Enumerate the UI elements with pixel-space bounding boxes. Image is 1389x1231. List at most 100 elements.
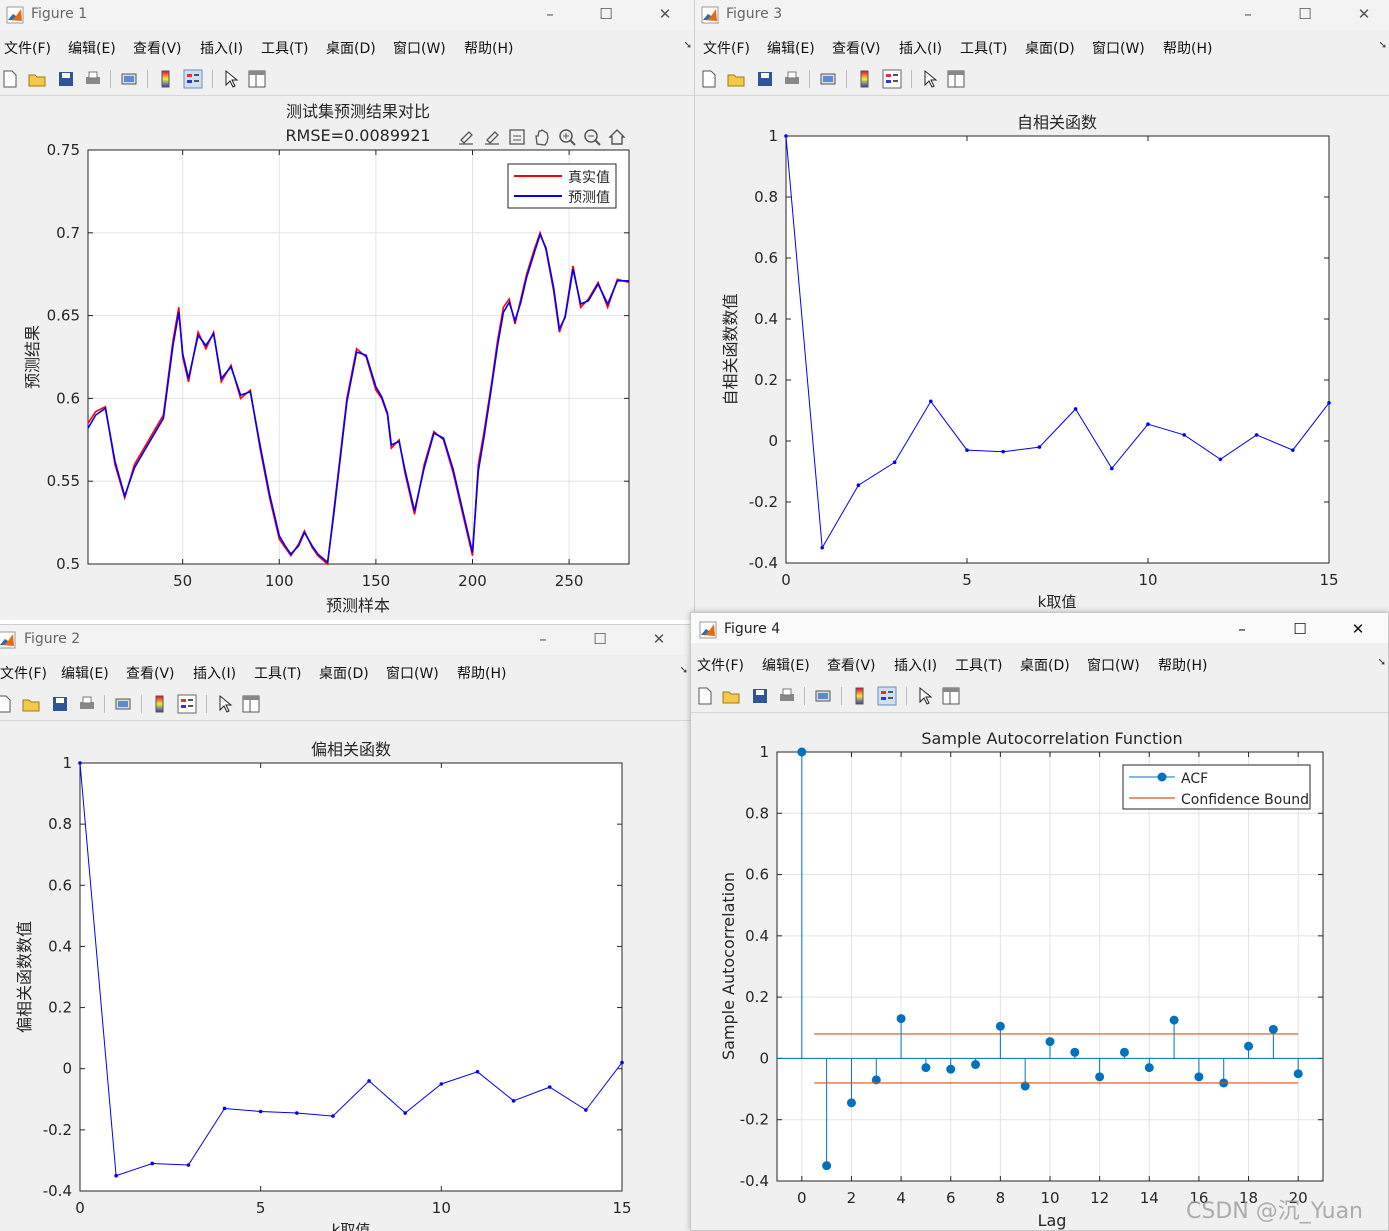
menu-insert[interactable]: 插入(I) [899, 38, 942, 58]
figure3-axes[interactable]: 0 5 10 15 -0.4 -0.2 0 0.2 0.4 0.6 0.8 1 自相关函数 k取值 自相关函… [695, 96, 1389, 612]
menu-insert[interactable]: 插入(I) [200, 38, 243, 58]
menu-tools[interactable]: 工具(T) [955, 655, 1002, 675]
close-icon[interactable]: ✕ [649, 629, 669, 649]
minimize-icon[interactable]: – [1238, 4, 1258, 24]
open-file-icon[interactable] [21, 694, 41, 714]
menu-help[interactable]: 帮助(H) [457, 663, 506, 683]
menu-desktop[interactable]: 桌面(D) [1020, 655, 1070, 675]
close-icon[interactable]: ✕ [1354, 4, 1374, 24]
menu-tools[interactable]: 工具(T) [254, 663, 301, 683]
brush-icon[interactable] [459, 131, 473, 145]
menu-desktop[interactable]: 桌面(D) [319, 663, 369, 683]
legend-icon[interactable] [882, 69, 902, 89]
figure1-titlebar[interactable]: Figure 1 – ☐ ✕ [0, 0, 694, 30]
property-inspector-icon[interactable] [941, 686, 961, 706]
data-point [1254, 433, 1259, 437]
menu-desktop[interactable]: 桌面(D) [1025, 38, 1075, 58]
menu-file[interactable]: 文件(F) [703, 38, 750, 58]
save-icon[interactable] [755, 69, 775, 89]
figure2-axes[interactable]: 0 5 10 15 -0.4 -0.2 0 0.2 0.4 0.6 0.8 1 偏相关函数 k取值 偏相关函… [0, 721, 690, 1231]
menu-window[interactable]: 窗口(W) [1087, 655, 1140, 675]
open-file-icon[interactable] [721, 686, 741, 706]
print-icon[interactable] [777, 686, 797, 706]
home-icon[interactable] [608, 129, 626, 145]
link-plot-icon[interactable] [113, 694, 133, 714]
menu-file[interactable]: 文件(F) [4, 38, 51, 58]
link-plot-icon[interactable] [813, 686, 833, 706]
colorbar-icon[interactable] [156, 69, 176, 89]
menu-help[interactable]: 帮助(H) [1163, 38, 1212, 58]
edit-plot-arrow-icon[interactable] [221, 69, 241, 89]
menu-help[interactable]: 帮助(H) [1158, 655, 1207, 675]
figure1-axes[interactable]: 50 100 150 200 250 0.5 0.55 0.6 0.65 0.7 0.75 测试集预测… [0, 96, 694, 620]
save-icon[interactable] [50, 694, 70, 714]
link-plot-icon[interactable] [119, 69, 139, 89]
property-inspector-icon[interactable] [241, 694, 261, 714]
menu-insert[interactable]: 插入(I) [193, 663, 236, 683]
print-icon[interactable] [83, 69, 103, 89]
export-icon[interactable] [509, 129, 525, 145]
colorbar-icon[interactable] [855, 69, 875, 89]
menu-view[interactable]: 查看(V) [832, 38, 881, 58]
maximize-icon[interactable]: ☐ [596, 4, 616, 24]
menu-tools[interactable]: 工具(T) [261, 38, 308, 58]
print-icon[interactable] [782, 69, 802, 89]
open-file-icon[interactable] [27, 69, 47, 89]
close-icon[interactable]: ✕ [655, 4, 675, 24]
dock-arrow-icon[interactable]: ➘ [1378, 657, 1386, 668]
figure4-titlebar[interactable]: Figure 4 – ☐ ✕ [691, 613, 1388, 643]
figure2-titlebar[interactable]: Figure 2 – ☐ ✕ [0, 625, 690, 655]
dock-arrow-icon[interactable]: ➘ [680, 665, 688, 676]
menu-file[interactable]: 文件(F) [0, 663, 47, 683]
print-icon[interactable] [77, 694, 97, 714]
menu-window[interactable]: 窗口(W) [386, 663, 439, 683]
save-icon[interactable] [750, 686, 770, 706]
colorbar-icon[interactable] [150, 694, 170, 714]
legend-icon[interactable] [177, 694, 197, 714]
zoom-out-icon[interactable] [584, 129, 601, 146]
menu-view[interactable]: 查看(V) [133, 38, 182, 58]
menu-edit[interactable]: 编辑(E) [68, 38, 116, 58]
menu-window[interactable]: 窗口(W) [393, 38, 446, 58]
menu-window[interactable]: 窗口(W) [1092, 38, 1145, 58]
legend-icon[interactable] [877, 686, 897, 706]
edit-plot-arrow-icon[interactable] [920, 69, 940, 89]
figure3-titlebar[interactable]: Figure 3 – ☐ ✕ [695, 0, 1389, 30]
maximize-icon[interactable]: ☐ [1290, 619, 1310, 639]
colorbar-icon[interactable] [850, 686, 870, 706]
new-figure-icon[interactable] [0, 694, 14, 714]
menu-insert[interactable]: 插入(I) [894, 655, 937, 675]
new-figure-icon[interactable] [695, 686, 715, 706]
menu-view[interactable]: 查看(V) [827, 655, 876, 675]
close-icon[interactable]: ✕ [1348, 619, 1368, 639]
zoom-in-icon[interactable] [559, 129, 576, 146]
property-inspector-icon[interactable] [946, 69, 966, 89]
edit-plot-arrow-icon[interactable] [915, 686, 935, 706]
link-plot-icon[interactable] [818, 69, 838, 89]
menu-file[interactable]: 文件(F) [697, 655, 744, 675]
dock-arrow-icon[interactable]: ➘ [684, 40, 692, 51]
menu-edit[interactable]: 编辑(E) [767, 38, 815, 58]
menu-help[interactable]: 帮助(H) [464, 38, 513, 58]
menu-tools[interactable]: 工具(T) [960, 38, 1007, 58]
new-figure-icon[interactable] [699, 69, 719, 89]
maximize-icon[interactable]: ☐ [1295, 4, 1315, 24]
save-icon[interactable] [56, 69, 76, 89]
new-figure-icon[interactable] [0, 69, 20, 89]
menu-edit[interactable]: 编辑(E) [762, 655, 810, 675]
figure4-axes[interactable]: 0 2 4 6 8 10 12 14 16 18 20-0.4-0.200.20.40.60.81S… [691, 713, 1388, 1230]
maximize-icon[interactable]: ☐ [590, 629, 610, 649]
dock-arrow-icon[interactable]: ➘ [1379, 40, 1387, 51]
open-file-icon[interactable] [726, 69, 746, 89]
edit-plot-arrow-icon[interactable] [215, 694, 235, 714]
menu-desktop[interactable]: 桌面(D) [326, 38, 376, 58]
minimize-icon[interactable]: – [533, 629, 553, 649]
menu-edit[interactable]: 编辑(E) [61, 663, 109, 683]
minimize-icon[interactable]: – [1232, 619, 1252, 639]
pan-hand-icon[interactable] [535, 129, 549, 146]
menu-view[interactable]: 查看(V) [126, 663, 175, 683]
minimize-icon[interactable]: – [540, 4, 560, 24]
property-inspector-icon[interactable] [247, 69, 267, 89]
legend-icon[interactable] [183, 69, 203, 89]
data-tip-icon[interactable] [485, 131, 499, 145]
